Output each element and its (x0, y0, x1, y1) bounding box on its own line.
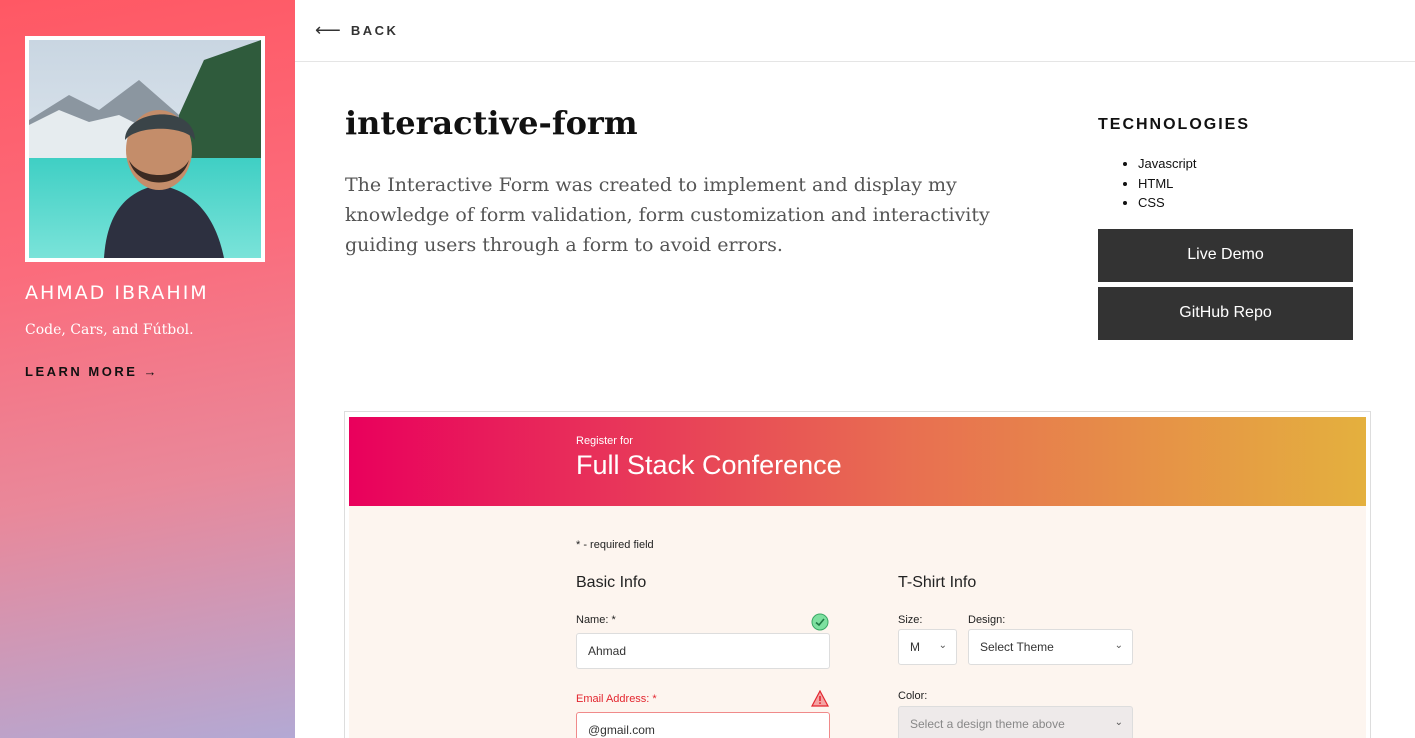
screenshot-name-label: Name: * (576, 614, 616, 626)
project-screenshot: Register for Full Stack Conference * - r… (344, 411, 1371, 738)
back-link[interactable]: ⟵ BACK (315, 20, 398, 41)
project-description: The Interactive Form was created to impl… (345, 174, 990, 256)
screenshot-size-select: M ⌄ (898, 629, 957, 665)
screenshot-basic-info-heading: Basic Info (576, 574, 647, 591)
screenshot-email-label: Email Address: * (576, 693, 657, 705)
screenshot-tshirt-heading: T-Shirt Info (898, 574, 977, 591)
screenshot-register-text: Register for (576, 435, 633, 447)
screenshot-name-value: Ahmad (588, 644, 627, 658)
screenshot-color-value: Select a design theme above (910, 717, 1065, 731)
screenshot-required-note: * - required field (576, 539, 654, 551)
screenshot-conference-title: Full Stack Conference (576, 450, 842, 480)
technology-item: Javascript (1138, 154, 1353, 174)
github-repo-button[interactable]: GitHub Repo (1098, 286, 1353, 340)
screenshot-design-select: Select Theme ⌄ (968, 629, 1133, 665)
profile-tagline: Code, Cars, and Fútbol. (25, 322, 194, 338)
screenshot-size-value: M (910, 640, 920, 654)
profile-name: Ahmad Ibrahim (25, 282, 209, 304)
chevron-down-icon: ⌄ (1114, 717, 1123, 728)
sidebar: Ahmad Ibrahim Code, Cars, and Fútbol. Le… (0, 0, 295, 738)
avatar (25, 36, 265, 262)
screenshot-email-value: @gmail.com (588, 723, 655, 737)
top-bar: ⟵ BACK (295, 0, 1415, 62)
warning-icon (811, 690, 829, 707)
learn-more-link[interactable]: Learn more → (25, 364, 159, 379)
screenshot-color-select: Select a design theme above ⌄ (898, 706, 1133, 738)
chevron-down-icon: ⌄ (938, 640, 947, 651)
page-title: interactive-form (345, 104, 638, 142)
screenshot-design-label: Design: (968, 614, 1006, 626)
screenshot-email-field: @gmail.com (576, 712, 830, 738)
arrow-left-icon: ⟵ (315, 20, 341, 40)
screenshot-canvas: Register for Full Stack Conference * - r… (349, 417, 1366, 738)
screenshot-design-value: Select Theme (980, 640, 1054, 654)
technology-item: HTML (1138, 174, 1353, 194)
technologies-list: Javascript HTML CSS (1098, 154, 1353, 213)
screenshot-banner: Register for Full Stack Conference (349, 417, 1366, 506)
check-circle-icon (811, 613, 829, 631)
technologies-heading: TECHNOLOGIES (1098, 116, 1251, 133)
screenshot-size-label: Size: (898, 614, 923, 626)
technology-item: CSS (1138, 193, 1353, 213)
profile-photo (29, 40, 261, 258)
screenshot-name-field: Ahmad (576, 633, 830, 669)
chevron-down-icon: ⌄ (1114, 640, 1123, 651)
live-demo-button[interactable]: Live Demo (1098, 228, 1353, 282)
screenshot-color-label: Color: (898, 690, 928, 702)
technologies-panel: TECHNOLOGIES Javascript HTML CSS Live De… (1098, 116, 1353, 340)
back-label: BACK (350, 23, 399, 38)
